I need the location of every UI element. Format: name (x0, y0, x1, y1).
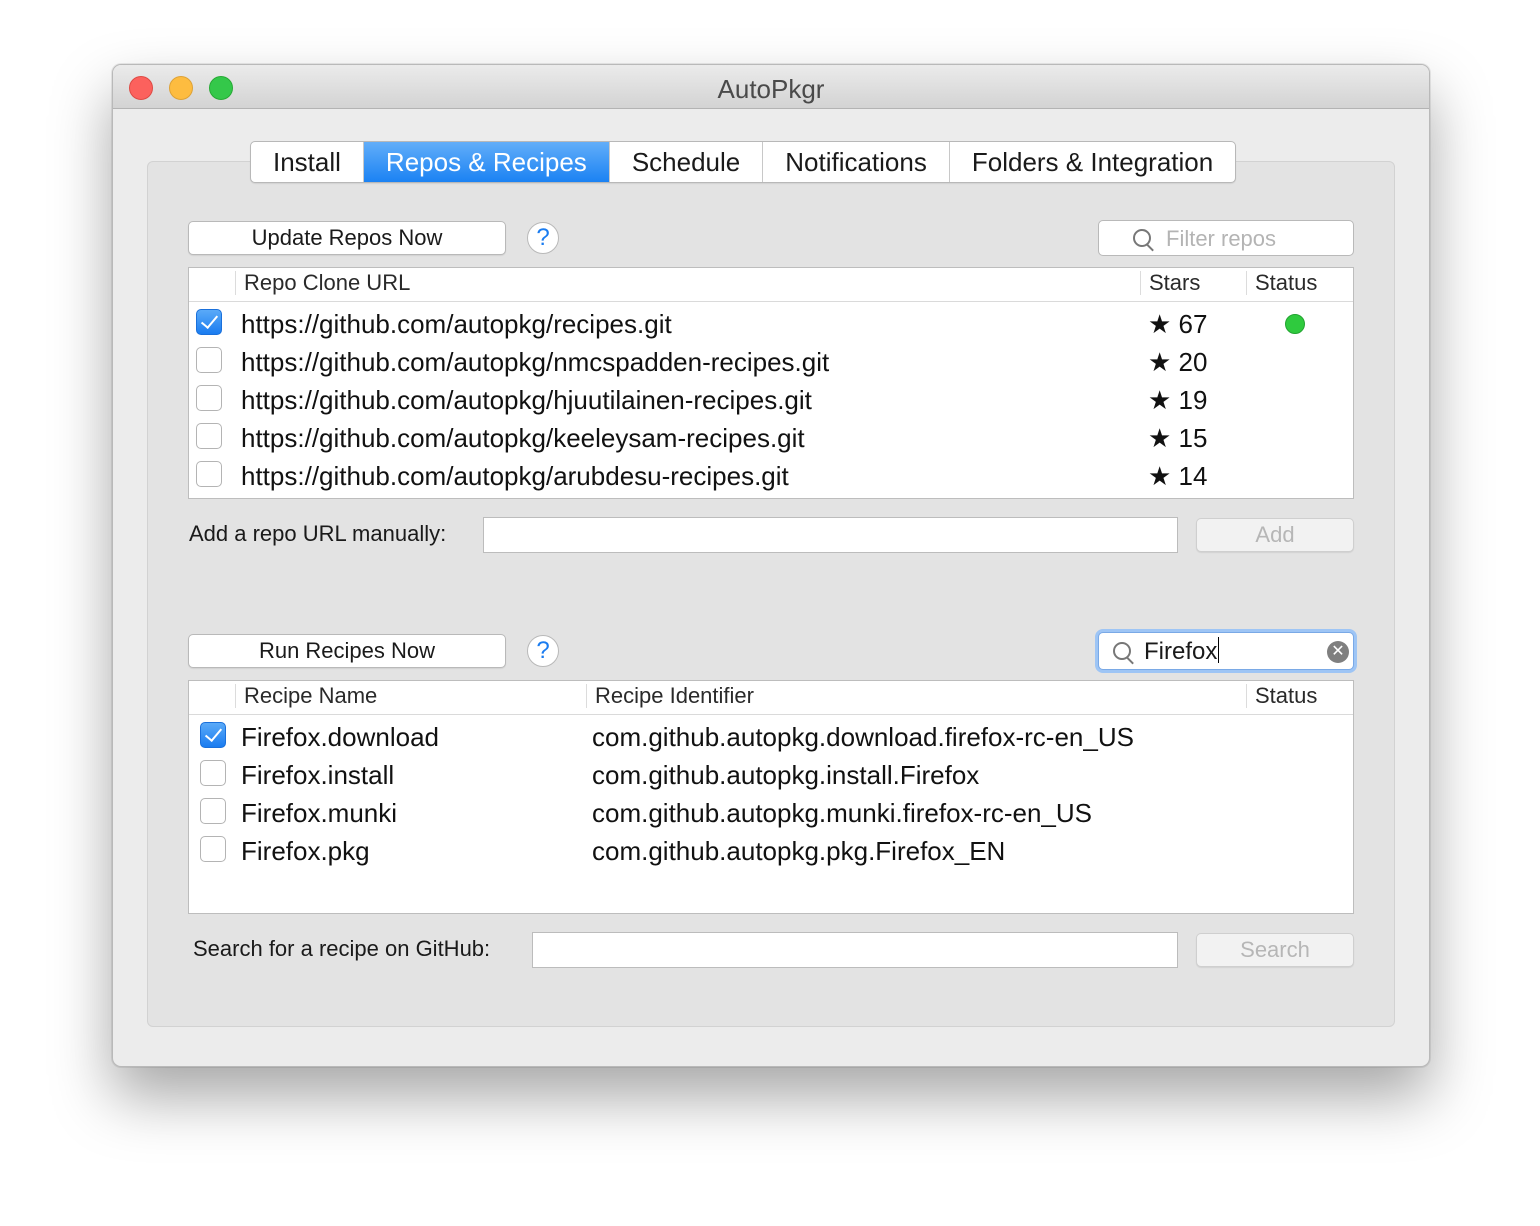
github-search-label: Search for a recipe on GitHub: (193, 936, 491, 961)
recipe-row[interactable]: Firefox.download com.github.autopkg.down… (189, 717, 1353, 755)
search-icon (1133, 229, 1151, 247)
repo-enable-checkbox[interactable] (196, 385, 222, 411)
text-caret (1218, 637, 1220, 663)
titlebar[interactable]: AutoPkgr (113, 65, 1429, 109)
filter-recipes-field[interactable]: Firefox ✕ (1098, 632, 1354, 670)
update-repos-button[interactable]: Update Repos Now (188, 221, 506, 255)
recipe-name: Firefox.munki (241, 798, 398, 828)
recipe-name: Firefox.pkg (241, 836, 370, 866)
repo-stars: ★ 20 (1148, 347, 1208, 377)
app-window: AutoPkgr Install Repos & Recipes Schedul… (112, 64, 1430, 1067)
repo-stars: ★ 15 (1148, 423, 1208, 453)
repo-enable-checkbox[interactable] (196, 423, 222, 449)
repo-row[interactable]: https://github.com/autopkg/arubdesu-reci… (189, 456, 1353, 494)
repos-table-header: Repo Clone URL Stars Status (189, 268, 1353, 302)
recipe-row[interactable]: Firefox.pkg com.github.autopkg.pkg.Firef… (189, 831, 1353, 869)
repo-url: https://github.com/autopkg/recipes.git (241, 309, 672, 339)
window-title: AutoPkgr (717, 74, 825, 104)
tab-repos-recipes[interactable]: Repos & Recipes (363, 142, 610, 182)
recipe-identifier: com.github.autopkg.munki.firefox-rc-en_U… (592, 798, 1093, 828)
star-icon: ★ (1148, 347, 1172, 377)
recipe-enable-checkbox[interactable] (200, 798, 226, 824)
run-recipes-button[interactable]: Run Recipes Now (188, 634, 506, 668)
column-header-recipe-name[interactable]: Recipe Name (235, 684, 377, 708)
filter-repos-placeholder: Filter repos (1166, 226, 1277, 251)
repo-url: https://github.com/autopkg/nmcspadden-re… (241, 347, 830, 377)
star-icon: ★ (1148, 309, 1172, 339)
repo-url: https://github.com/autopkg/hjuutilainen-… (241, 385, 812, 415)
repo-enable-checkbox[interactable] (196, 461, 222, 487)
filter-recipes-value: Firefox (1144, 637, 1220, 665)
recipe-enable-checkbox[interactable] (200, 722, 226, 748)
recipe-enable-checkbox[interactable] (200, 760, 226, 786)
clear-search-icon[interactable]: ✕ (1327, 641, 1349, 663)
repo-url-input[interactable] (483, 517, 1178, 553)
column-header-status[interactable]: Status (1246, 684, 1317, 708)
tab-folders-integration[interactable]: Folders & Integration (950, 142, 1235, 182)
status-ok-indicator (1285, 314, 1305, 334)
tab-install[interactable]: Install (251, 142, 364, 182)
repo-row[interactable]: https://github.com/autopkg/nmcspadden-re… (189, 342, 1353, 380)
repo-url: https://github.com/autopkg/keeleysam-rec… (241, 423, 805, 453)
column-header-stars[interactable]: Stars (1140, 271, 1200, 295)
repo-stars: ★ 14 (1148, 461, 1208, 491)
recipe-enable-checkbox[interactable] (200, 836, 226, 862)
repo-row[interactable]: https://github.com/autopkg/hjuutilainen-… (189, 380, 1353, 418)
repo-row[interactable]: https://github.com/autopkg/recipes.git ★… (189, 304, 1353, 342)
tab-schedule[interactable]: Schedule (610, 142, 764, 182)
recipe-row[interactable]: Firefox.install com.github.autopkg.insta… (189, 755, 1353, 793)
recipe-identifier: com.github.autopkg.pkg.Firefox_EN (592, 836, 1006, 866)
repo-url: https://github.com/autopkg/arubdesu-reci… (241, 461, 789, 491)
recipes-table-header: Recipe Name Recipe Identifier Status (189, 681, 1353, 715)
recipes-help-button[interactable]: ? (527, 635, 559, 667)
recipe-name: Firefox.install (241, 760, 395, 790)
star-icon: ★ (1148, 423, 1172, 453)
recipes-table: Recipe Name Recipe Identifier Status Fir… (188, 680, 1354, 914)
recipe-identifier: com.github.autopkg.install.Firefox (592, 760, 980, 790)
github-search-input[interactable] (532, 932, 1178, 968)
star-icon: ★ (1148, 385, 1172, 415)
column-header-recipe-identifier[interactable]: Recipe Identifier (586, 684, 754, 708)
repo-stars: ★ 19 (1148, 385, 1208, 415)
column-header-repo-url[interactable]: Repo Clone URL (235, 271, 410, 295)
recipe-name: Firefox.download (241, 722, 439, 752)
recipe-row[interactable]: Firefox.munki com.github.autopkg.munki.f… (189, 793, 1353, 831)
repos-table: Repo Clone URL Stars Status https://gith… (188, 267, 1354, 499)
search-icon (1113, 642, 1131, 660)
add-repo-label: Add a repo URL manually: (189, 521, 447, 546)
recipe-identifier: com.github.autopkg.download.firefox-rc-e… (592, 722, 1134, 752)
repo-enable-checkbox[interactable] (196, 309, 222, 335)
add-repo-button[interactable]: Add (1196, 518, 1354, 552)
star-icon: ★ (1148, 461, 1172, 491)
repos-help-button[interactable]: ? (527, 222, 559, 254)
repo-row[interactable]: https://github.com/autopkg/keeleysam-rec… (189, 418, 1353, 456)
tab-bar: Install Repos & Recipes Schedule Notific… (250, 141, 1237, 183)
github-search-button[interactable]: Search (1196, 933, 1354, 967)
repo-enable-checkbox[interactable] (196, 347, 222, 373)
column-header-status[interactable]: Status (1246, 271, 1317, 295)
filter-repos-field[interactable]: Filter repos (1098, 220, 1354, 256)
tab-notifications[interactable]: Notifications (763, 142, 950, 182)
repo-stars: ★ 67 (1148, 309, 1208, 339)
